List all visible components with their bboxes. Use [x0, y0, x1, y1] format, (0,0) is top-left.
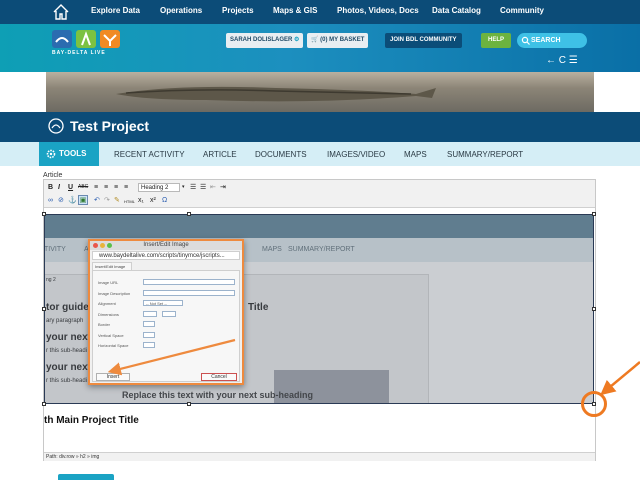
italic-button[interactable]: I — [58, 183, 60, 192]
indent-icon[interactable]: ⇥ — [220, 183, 226, 192]
align-justify-icon[interactable]: ≡ — [124, 183, 128, 192]
link-icon[interactable]: ∞ — [48, 196, 53, 205]
subscript-icon[interactable]: x₁ — [138, 196, 144, 205]
logo-text: BAY-DELTA LIVE — [52, 50, 106, 56]
nav-maps-gis[interactable]: Maps & GIS — [273, 6, 317, 15]
nav-projects[interactable]: Projects — [222, 6, 254, 15]
align-center-icon[interactable]: ≡ — [104, 183, 108, 192]
annotation-circle — [581, 391, 607, 417]
project-banner-image — [46, 72, 594, 112]
help-button[interactable]: HELP — [481, 33, 511, 48]
nav-photos-videos-docs[interactable]: Photos, Videos, Docs — [337, 6, 419, 15]
top-navigation: Explore Data Operations Projects Maps & … — [0, 0, 640, 24]
page: Explore Data Operations Projects Maps & … — [0, 0, 640, 480]
page-title: Test Project — [70, 118, 150, 134]
tab-images-video[interactable]: IMAGES/VIDEO — [327, 150, 385, 159]
resize-handle-top-right[interactable] — [592, 212, 596, 216]
gear-icon: ⚙ — [294, 37, 300, 43]
strikethrough-button[interactable]: ABC — [78, 183, 88, 192]
save-button[interactable] — [58, 474, 114, 480]
nav-explore-data[interactable]: Explore Data — [91, 6, 140, 15]
outdent-icon[interactable]: ⇤ — [210, 183, 216, 192]
basket-button[interactable]: 🛒 (0) MY BASKET — [307, 33, 369, 48]
chevron-down-icon[interactable]: ▾ — [182, 183, 185, 192]
editor-path-bar: Path: div.row » h2 » img — [44, 452, 595, 461]
cart-icon: 🛒 — [311, 37, 319, 43]
resize-handle-left[interactable] — [42, 307, 46, 311]
align-left-icon[interactable]: ≡ — [94, 183, 98, 192]
tab-maps[interactable]: MAPS — [404, 150, 427, 159]
resize-handle-top-left[interactable] — [42, 212, 46, 216]
basket-label: (0) MY BASKET — [320, 37, 365, 43]
search-icon — [521, 36, 530, 45]
editor-heading[interactable]: th Main Project Title — [44, 415, 139, 426]
tab-article[interactable]: ARTICLE — [203, 150, 237, 159]
fish-image — [116, 86, 436, 102]
superscript-icon[interactable]: x² — [150, 196, 156, 205]
tab-documents[interactable]: DOCUMENTS — [255, 150, 307, 159]
resize-handle-right[interactable] — [592, 307, 596, 311]
image-selection-outline — [44, 214, 594, 404]
user-name: SARAH DOLISLAGER — [230, 37, 293, 43]
special-char-icon[interactable]: Ω — [162, 196, 167, 205]
bold-button[interactable]: B — [48, 183, 53, 192]
resize-handle-bottom-left[interactable] — [42, 402, 46, 406]
header-nav-icons[interactable]: ← C ☰ — [546, 55, 578, 66]
unlink-icon[interactable]: ⊘ — [58, 196, 64, 205]
logo-glyphs — [55, 31, 117, 46]
numbered-list-icon[interactable]: ☰ — [200, 183, 206, 192]
nav-operations[interactable]: Operations — [160, 6, 202, 15]
cleanup-icon[interactable]: ✎ — [114, 196, 120, 205]
image-icon[interactable]: ▣ — [78, 195, 88, 205]
nav-community[interactable]: Community — [500, 6, 544, 15]
home-icon[interactable] — [52, 3, 70, 21]
resize-handle-bottom[interactable] — [187, 402, 191, 406]
redo-icon[interactable]: ↷ — [104, 196, 110, 205]
undo-icon[interactable]: ↶ — [94, 196, 100, 205]
underline-button[interactable]: U — [68, 183, 73, 192]
user-menu-button[interactable]: SARAH DOLISLAGER ⚙ — [226, 33, 304, 48]
anchor-icon[interactable]: ⚓ — [68, 196, 77, 205]
resize-handle-top[interactable] — [187, 212, 191, 216]
align-right-icon[interactable]: ≡ — [114, 183, 118, 192]
tab-recent-activity[interactable]: RECENT ACTIVITY — [114, 150, 185, 159]
article-label: Article — [43, 172, 63, 179]
format-select[interactable]: Heading 2 — [138, 183, 180, 192]
bullet-list-icon[interactable]: ☰ — [190, 183, 196, 192]
tab-summary-report[interactable]: SUMMARY/REPORT — [447, 150, 523, 159]
join-community-button[interactable]: JOIN BDL COMMUNITY — [385, 33, 462, 48]
html-icon[interactable]: HTML — [124, 197, 135, 206]
gear-icon — [46, 149, 56, 159]
nav-data-catalog[interactable]: Data Catalog — [432, 6, 481, 15]
project-icon — [48, 118, 64, 134]
